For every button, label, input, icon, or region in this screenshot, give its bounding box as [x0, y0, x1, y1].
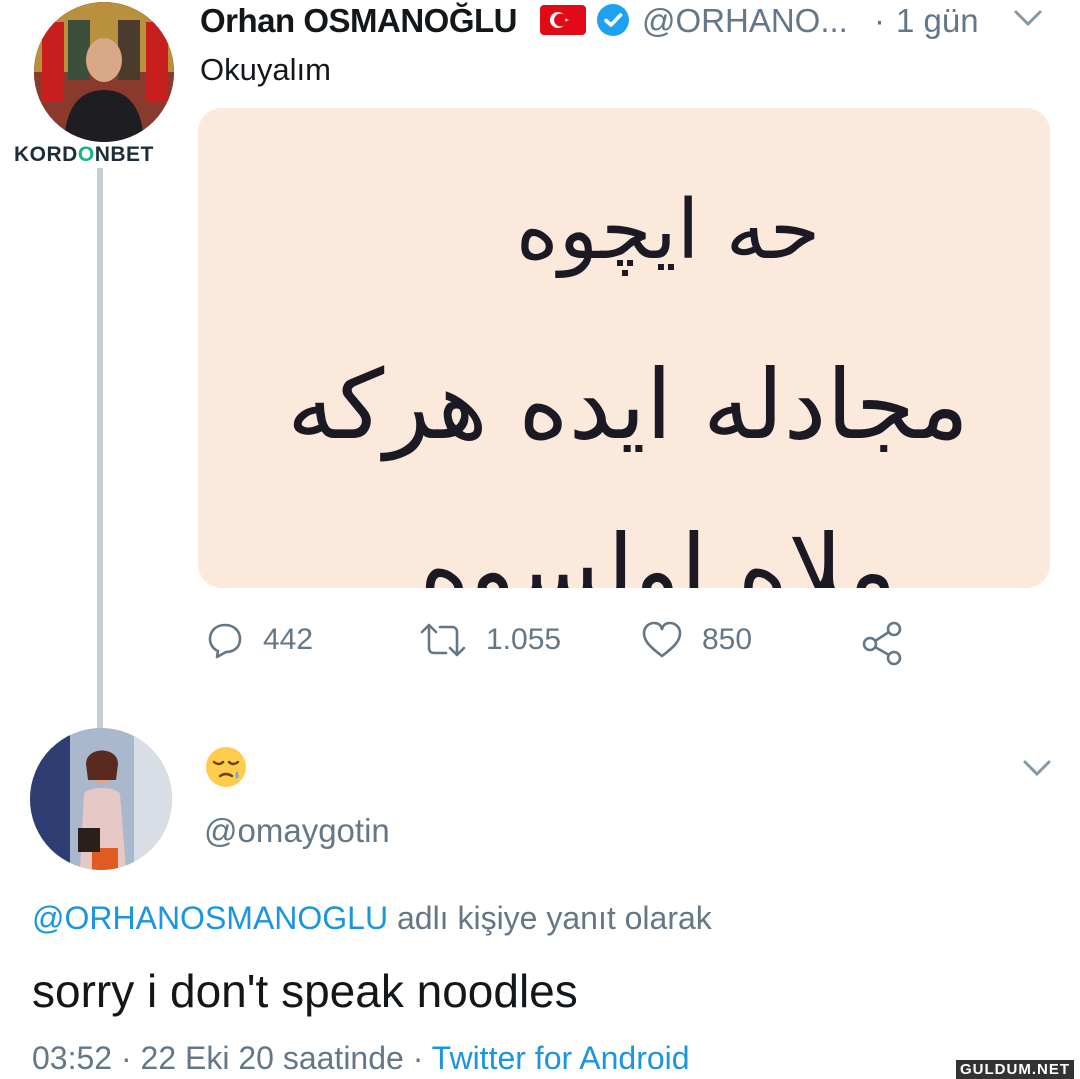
retweet-button[interactable]: 1.055: [418, 620, 561, 660]
mention-link[interactable]: @ORHANOSMANOGLU: [32, 900, 388, 936]
like-count: 850: [702, 623, 753, 656]
like-button[interactable]: 850: [640, 620, 752, 660]
retweet-icon: [420, 623, 466, 657]
reply-button[interactable]: 442: [205, 620, 313, 660]
script-line-3: ملاه اولسوه: [419, 514, 896, 588]
reply-icon: [208, 623, 242, 659]
reply-count: 442: [263, 623, 314, 656]
replying-to-line: @ORHANOSMANOGLU adlı kişiye yanıt olarak: [32, 900, 712, 937]
script-line-2: مجادله ایده هرکه: [287, 349, 969, 462]
brand-watermark: KORDONBET: [14, 143, 154, 166]
thread-connector: [97, 168, 103, 730]
avatar-photo: [30, 728, 172, 870]
site-watermark: GULDUM.NET: [956, 1060, 1074, 1079]
script-line-1: حه ایچوه: [516, 183, 821, 278]
author-avatar[interactable]: [34, 2, 174, 142]
reply-text: sorry i don't speak noodles: [32, 965, 578, 1017]
tweet-image[interactable]: حه ایچوه مجادله ایده هرکه ملاه اولسوه: [198, 108, 1050, 588]
chevron-down-icon[interactable]: [1010, 6, 1046, 30]
heart-icon: [642, 621, 682, 658]
avatar-photo: [34, 2, 174, 142]
share-icon: [862, 621, 902, 666]
tweet-time[interactable]: 1 gün: [896, 2, 979, 40]
source-link[interactable]: Twitter for Android: [432, 1040, 690, 1076]
turkey-flag-icon: [540, 5, 586, 35]
reply-metadata: 03:52 · 22 Eki 20 saatinde · Twitter for…: [32, 1040, 690, 1077]
share-button[interactable]: [860, 620, 924, 666]
author-handle[interactable]: @ORHANO...: [642, 2, 848, 40]
retweet-count: 1.055: [486, 623, 562, 656]
reply-author-handle[interactable]: @omaygotin: [204, 812, 390, 850]
separator-dot: ·: [874, 2, 885, 39]
handwritten-ottoman-text: حه ایچوه مجادله ایده هرکه ملاه اولسوه: [287, 183, 969, 588]
reply-author-avatar[interactable]: [30, 728, 172, 870]
replying-to-label: adlı kişiye yanıt olarak: [388, 900, 712, 936]
sleepy-face-emoji: [204, 745, 248, 789]
author-name[interactable]: Orhan OSMANOĞLU: [200, 2, 518, 40]
tweet-text: Okuyalım: [200, 52, 331, 87]
verified-badge-icon: [596, 3, 630, 37]
chevron-down-icon[interactable]: [1020, 757, 1054, 779]
reply-timestamp: 03:52 · 22 Eki 20 saatinde ·: [32, 1040, 432, 1076]
